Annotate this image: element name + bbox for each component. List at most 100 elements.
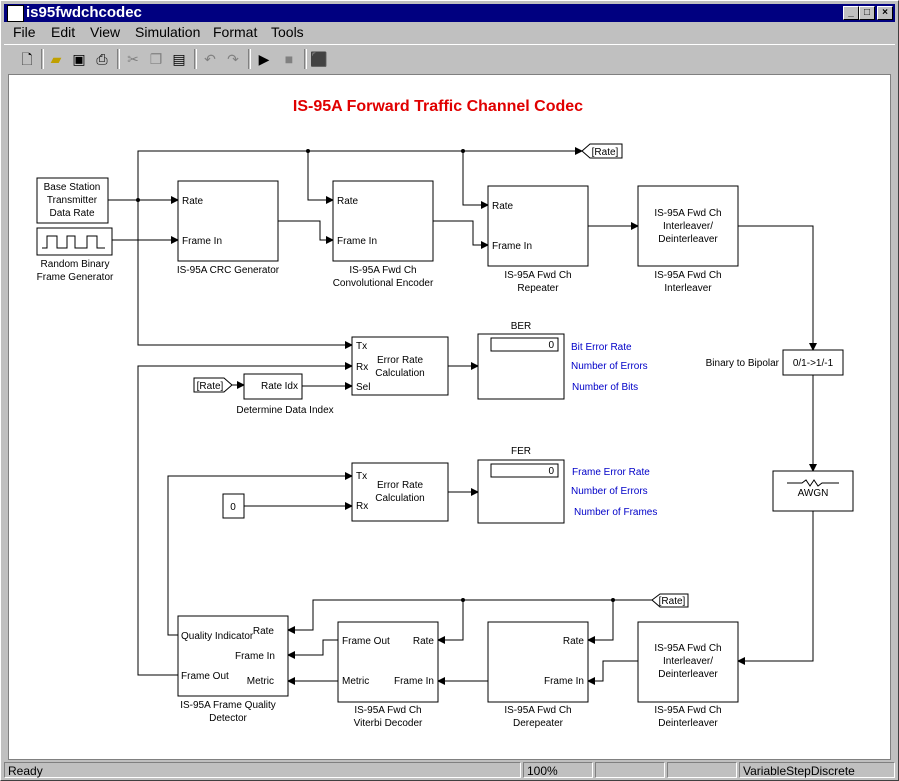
print-icon[interactable]: ⎙: [93, 50, 111, 68]
simulink-icon: [7, 5, 24, 22]
block-label: BER: [511, 321, 532, 332]
new-icon[interactable]: 🗋: [18, 50, 36, 68]
block-label: Interleaver/: [663, 656, 713, 667]
ber-value: 0: [548, 340, 554, 351]
block-diagram: IS-95A Forward Traffic Channel Codec Bas…: [36, 98, 854, 729]
block-label: Calculation: [375, 368, 424, 379]
menu-format[interactable]: Format: [213, 23, 257, 42]
status-text: Ready: [4, 762, 521, 778]
cut-icon[interactable]: ✂: [124, 50, 142, 68]
block-label: Data Rate: [49, 208, 94, 219]
block-label: Rate: [563, 636, 585, 647]
block-label: Deinterleaver: [658, 234, 718, 245]
fer-value: 0: [548, 466, 554, 477]
block-label: IS-95A Fwd Ch: [504, 270, 571, 281]
block-label: Idx: [285, 381, 298, 392]
close-button[interactable]: ×: [877, 6, 893, 20]
block-label: Interleaver: [664, 283, 712, 294]
block-label: Transmitter: [47, 195, 98, 206]
window-title: is95fwdchcodec: [26, 4, 142, 21]
block-label: Binary to Bipolar: [706, 358, 780, 369]
diagram-title: IS-95A Forward Traffic Channel Codec: [293, 98, 583, 115]
block-label: Deinterleaver: [658, 669, 718, 680]
diagram-canvas[interactable]: IS-95A Forward Traffic Channel Codec Bas…: [8, 74, 891, 760]
block-label: IS-95A Fwd Ch: [349, 265, 416, 276]
open-icon[interactable]: ▰: [47, 50, 65, 68]
stop-icon[interactable]: ■: [280, 50, 298, 68]
menu-view[interactable]: View: [90, 23, 120, 42]
block-label: Tx: [356, 471, 367, 482]
model-window: is95fwdchcodec _ □ × File Edit View Simu…: [0, 0, 899, 781]
block-label: Rx: [356, 501, 368, 512]
block-label: Frame Out: [342, 636, 390, 647]
library-browser-icon[interactable]: ⬛: [310, 50, 328, 68]
viterbi-decoder-block[interactable]: [337, 621, 439, 703]
maximize-button[interactable]: □: [859, 6, 875, 20]
block-label: Frame Out: [181, 671, 229, 682]
block-label: Rate: [261, 381, 283, 392]
block-label: Error Rate: [377, 480, 424, 491]
convolutional-encoder-block[interactable]: [332, 180, 434, 262]
block-label: Convolutional Encoder: [333, 278, 434, 289]
status-field-4: [667, 762, 737, 778]
block-label: Viterbi Decoder: [354, 718, 423, 729]
block-label: Frame In: [544, 676, 584, 687]
repeater-block[interactable]: [487, 185, 589, 267]
menu-tools[interactable]: Tools: [271, 23, 304, 42]
block-label: IS-95A CRC Generator: [177, 265, 280, 276]
block-label: Metric: [247, 676, 274, 687]
block-label: Frame In: [492, 241, 532, 252]
copy-icon[interactable]: ❐: [147, 50, 165, 68]
block-label: Frame Error Rate: [572, 467, 650, 478]
save-icon[interactable]: ▣: [70, 50, 88, 68]
derepeater-block[interactable]: [487, 621, 589, 703]
block-label: 0/1->1/-1: [793, 358, 834, 369]
block-label: IS-95A Fwd Ch: [654, 643, 721, 654]
paste-icon[interactable]: ▤: [170, 50, 188, 68]
block-label: Frame Generator: [37, 272, 114, 283]
title-bar: is95fwdchcodec _ □ ×: [4, 4, 895, 22]
block-label: [Rate]: [197, 381, 224, 392]
block-label: Error Rate: [377, 355, 424, 366]
block-label: IS-95A Fwd Ch: [654, 270, 721, 281]
block-label: Determine Data Index: [236, 405, 333, 416]
block-label: [Rate]: [659, 596, 686, 607]
block-label: Repeater: [517, 283, 559, 294]
block-label: Number of Errors: [571, 486, 648, 497]
block-label: Calculation: [375, 493, 424, 504]
block-label: Rate: [337, 196, 359, 207]
block-label: Number of Errors: [571, 361, 648, 372]
menu-simulation[interactable]: Simulation: [135, 23, 200, 42]
toolbar: 🗋 ▰ ▣ ⎙ ✂ ❐ ▤ ↶ ↷ ▶ ■ ⬛: [4, 44, 895, 73]
block-label: Metric: [342, 676, 369, 687]
block-label: IS-95A Fwd Ch: [354, 705, 421, 716]
block-label: Derepeater: [513, 718, 564, 729]
menu-edit[interactable]: Edit: [51, 23, 75, 42]
block-label: Tx: [356, 341, 367, 352]
crc-generator-block[interactable]: [177, 180, 279, 262]
redo-icon[interactable]: ↷: [224, 50, 242, 68]
solver-name: VariableStepDiscrete: [739, 762, 895, 778]
block-label: Rate: [182, 196, 204, 207]
block-label: Rx: [356, 362, 368, 373]
block-label: IS-95A Fwd Ch: [654, 208, 721, 219]
block-label: Rate: [492, 201, 514, 212]
undo-icon[interactable]: ↶: [201, 50, 219, 68]
block-label: IS-95A Fwd Ch: [654, 705, 721, 716]
block-label: Frame In: [394, 676, 434, 687]
block-label: Number of Frames: [574, 507, 657, 518]
block-label: IS-95A Frame Quality: [180, 700, 276, 711]
minimize-button[interactable]: _: [843, 6, 859, 20]
block-label: Bit Error Rate: [571, 342, 632, 353]
block-label: Base Station: [44, 182, 101, 193]
block-label: Quality Indicator: [181, 631, 254, 642]
status-field-3: [595, 762, 665, 778]
zoom-level: 100%: [523, 762, 593, 778]
block-label: Number of Bits: [572, 382, 638, 393]
block-label: Deinterleaver: [658, 718, 718, 729]
block-label: Rate: [253, 626, 275, 637]
play-icon[interactable]: ▶: [255, 50, 273, 68]
block-label: Interleaver/: [663, 221, 713, 232]
block-label: Frame In: [235, 651, 275, 662]
menu-file[interactable]: File: [13, 23, 36, 42]
